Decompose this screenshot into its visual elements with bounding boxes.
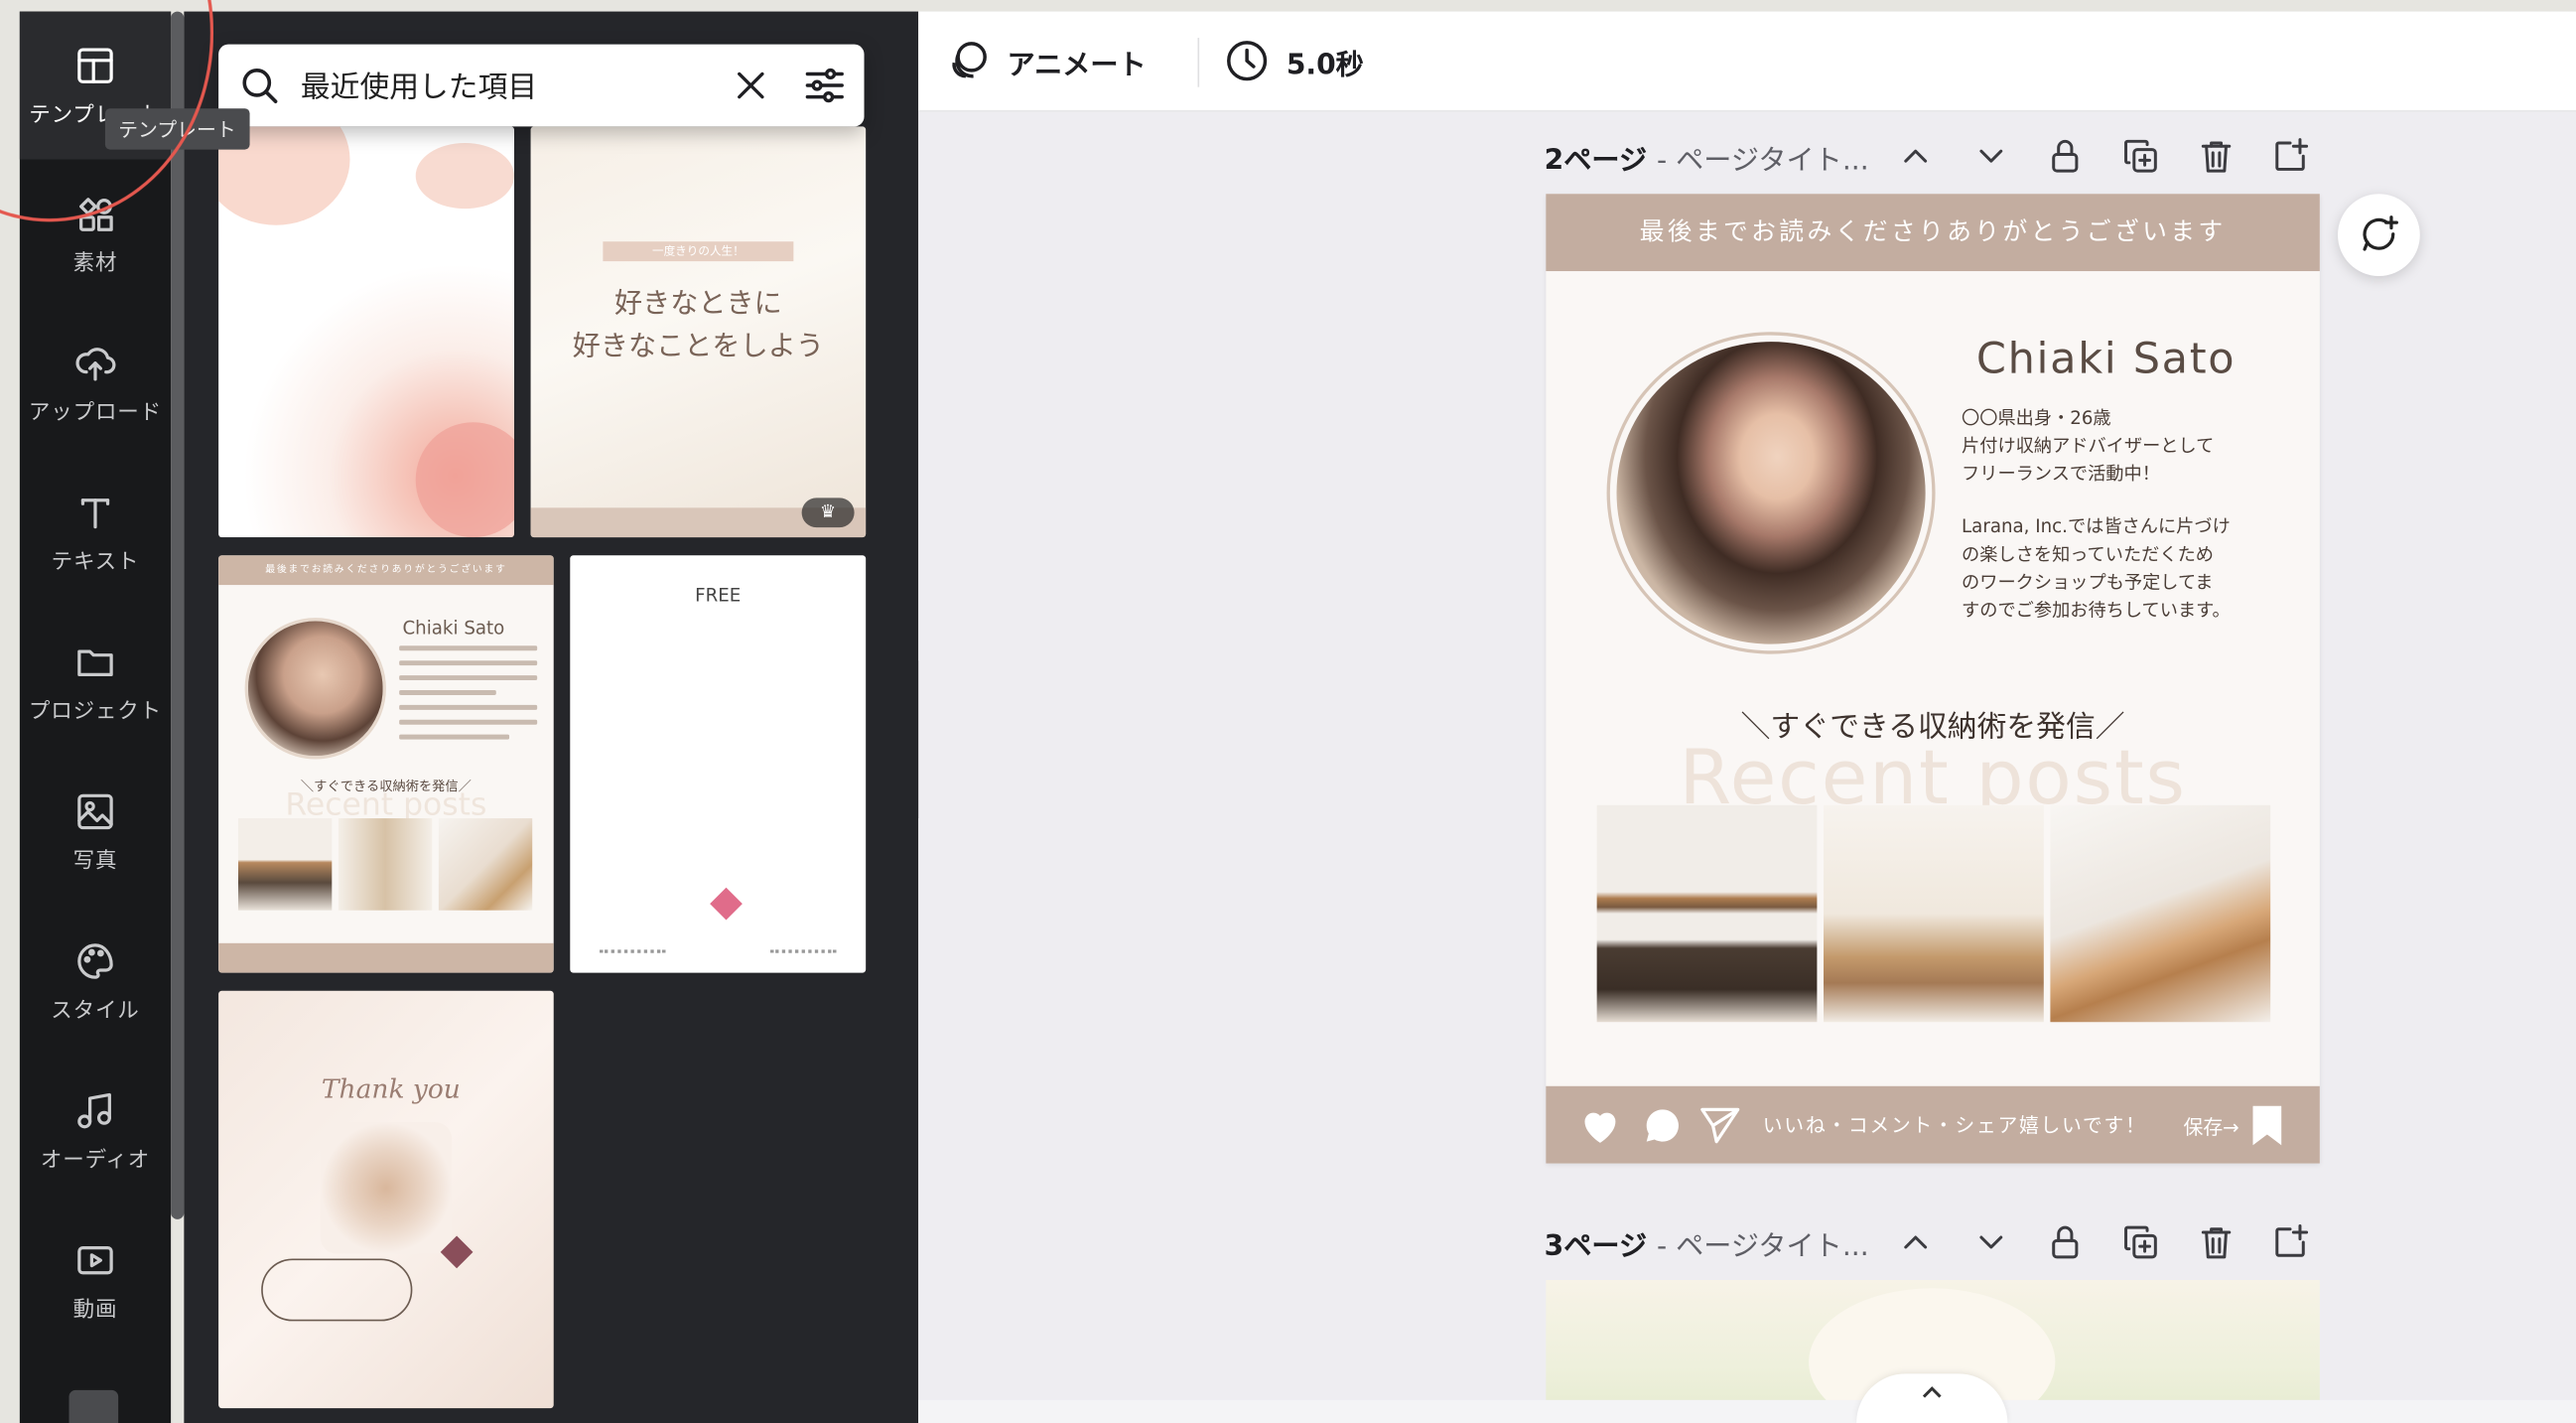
filter-icon[interactable] <box>802 63 848 108</box>
bookmark-icon <box>2252 1105 2282 1146</box>
text-icon <box>80 498 110 528</box>
rail-label: 動画 <box>72 1297 118 1323</box>
add-page-icon[interactable] <box>2270 1222 2310 1262</box>
rail-label: オーディオ <box>40 1147 151 1173</box>
rail-item-projects[interactable]: プロジェクト <box>20 608 171 756</box>
clock-icon <box>1227 41 1268 81</box>
recent-post-photo <box>1824 804 2044 1023</box>
thumb-sub: ＼すぐできる収納術を発信／ <box>300 779 472 794</box>
duplicate-icon[interactable] <box>2121 1222 2161 1262</box>
rail-item-photos[interactable]: 写真 <box>20 758 171 906</box>
duplicate-icon[interactable] <box>2121 136 2161 176</box>
page-number: 3ページ <box>1544 1229 1648 1263</box>
profile-photo <box>1606 332 1936 654</box>
page-header: 2ページ - ページタイト... <box>1545 131 2317 181</box>
photo-icon <box>77 792 113 829</box>
search-input[interactable] <box>300 57 712 114</box>
add-comment-button[interactable] <box>2338 194 2420 276</box>
rail-label: 素材 <box>72 250 118 276</box>
duration-button[interactable]: 5.0秒 <box>1224 38 1364 83</box>
chevron-down-icon[interactable] <box>1971 1222 2011 1262</box>
page-title[interactable]: - ページタイト... <box>1657 1221 1869 1263</box>
rail-scrollbar[interactable] <box>171 11 185 1219</box>
template-thumbnail[interactable]: 最後までお読みくださりありがとうございます Chiaki Sato Recent… <box>218 555 554 973</box>
design-page[interactable]: 最後までお読みくださりありがとうございます Chiaki Sato 〇〇県出身・… <box>1546 194 2320 1164</box>
chevron-up-icon[interactable] <box>1896 136 1936 176</box>
trash-icon[interactable] <box>2197 136 2237 176</box>
thumb-name: Chiaki Sato <box>402 618 505 640</box>
chevron-down-icon[interactable] <box>1971 136 2011 176</box>
save-text: 保存→ <box>2183 1115 2239 1139</box>
search-icon <box>242 69 278 103</box>
page-top-band: 最後までお読みくださりありがとうございます <box>1546 194 2320 272</box>
rail-label: 写真 <box>72 848 118 874</box>
rail-item-video[interactable]: 動画 <box>20 1207 171 1354</box>
bottom-bar <box>918 1399 2576 1423</box>
profile-bio: 〇〇県出身・26歳 片付け収納アドバイザーとして フリーランスで活動中！ <box>1962 407 2215 486</box>
tooltip: テンプレート <box>104 108 249 150</box>
chevron-up-icon <box>1922 1386 1942 1398</box>
animate-label: アニメート <box>1007 48 1147 81</box>
chevron-up-icon[interactable] <box>1896 1222 1936 1262</box>
footer-text: いいね・コメント・シェア嬉しいです！ <box>1762 1113 2147 1138</box>
rail-label: プロジェクト <box>28 699 163 724</box>
template-panel: 一度きりの人生！ 好きなときに 好きなことをしよう ♛ 最後までお読みくださりあ… <box>184 11 919 1423</box>
music-icon <box>77 1092 111 1128</box>
rail-item-elements[interactable]: 素材 <box>20 160 171 308</box>
recent-post-photo <box>1596 804 1818 1023</box>
rail-item-text[interactable]: テキスト <box>20 459 171 607</box>
thumb-heading: 好きなときに 好きなことをしよう <box>572 287 824 363</box>
recent-post-photo <box>2050 804 2271 1023</box>
thumb-avatar <box>244 618 386 760</box>
video-icon <box>77 1245 113 1274</box>
search-box <box>218 44 865 127</box>
rail-label: スタイル <box>51 998 140 1024</box>
rail-item-styles[interactable]: スタイル <box>20 907 171 1055</box>
add-page-icon[interactable] <box>2270 136 2310 176</box>
elements-icon <box>79 197 113 231</box>
page-title[interactable]: - ページタイト... <box>1657 136 1869 177</box>
show-pages-button[interactable] <box>1856 1373 2008 1423</box>
rail-label: アップロード <box>28 399 163 425</box>
clear-search-icon[interactable] <box>731 66 770 105</box>
duration-label: 5.0秒 <box>1286 48 1364 81</box>
left-rail: テンプレート 素材 アップロード テキスト プロジェクト 写真 スタイル オーデ… <box>19 11 172 1423</box>
trash-icon[interactable] <box>2197 1222 2237 1262</box>
catchphrase: ＼すぐできる収納術を発信／ <box>1740 709 2125 745</box>
rail-item-audio[interactable]: オーディオ <box>20 1057 171 1205</box>
comment-icon <box>1646 1109 1679 1142</box>
crown-icon: ♛ <box>801 498 855 528</box>
profile-name: Chiaki Sato <box>1975 335 2237 385</box>
thumb-cursive: Thank you <box>321 1072 461 1104</box>
template-icon <box>77 47 113 83</box>
thumb-band: 一度きりの人生！ <box>603 241 794 262</box>
rail-item-uploads[interactable]: アップロード <box>20 309 171 457</box>
folder-icon <box>77 648 113 676</box>
animate-icon <box>952 42 987 78</box>
template-thumbnail[interactable] <box>218 126 515 538</box>
page-header: 3ページ - ページタイト... <box>1545 1217 2317 1267</box>
upload-icon <box>75 347 116 380</box>
lock-icon[interactable] <box>2045 1222 2085 1262</box>
lock-icon[interactable] <box>2045 136 2085 176</box>
thumb-bar: 最後までお読みくださりありがとうございます <box>218 555 554 586</box>
thumb-free: FREE <box>695 585 742 607</box>
template-thumbnail[interactable]: FREE <box>570 555 867 973</box>
template-thumbnail[interactable]: 一度きりの人生！ 好きなときに 好きなことをしよう <box>530 126 867 538</box>
page-number: 2ページ <box>1544 143 1648 177</box>
send-icon <box>1700 1107 1740 1144</box>
page-footer: いいね・コメント・シェア嬉しいです！ 保存→ <box>1546 1085 2320 1164</box>
profile-bio-detail: Larana, Inc.では皆さんに片づけ の楽しさを知っていただくため のワー… <box>1962 515 2231 622</box>
heart-icon <box>1584 1112 1616 1143</box>
rail-label: テキスト <box>51 549 140 575</box>
add-comment-icon <box>2363 215 2398 251</box>
drive-app-icon[interactable] <box>68 1389 119 1423</box>
template-thumbnail[interactable]: Thank you <box>218 990 554 1409</box>
editor-toolbar: アニメート 5.0秒 <box>918 11 2576 112</box>
palette-icon <box>77 942 113 978</box>
animate-button[interactable]: アニメート <box>945 38 1147 83</box>
